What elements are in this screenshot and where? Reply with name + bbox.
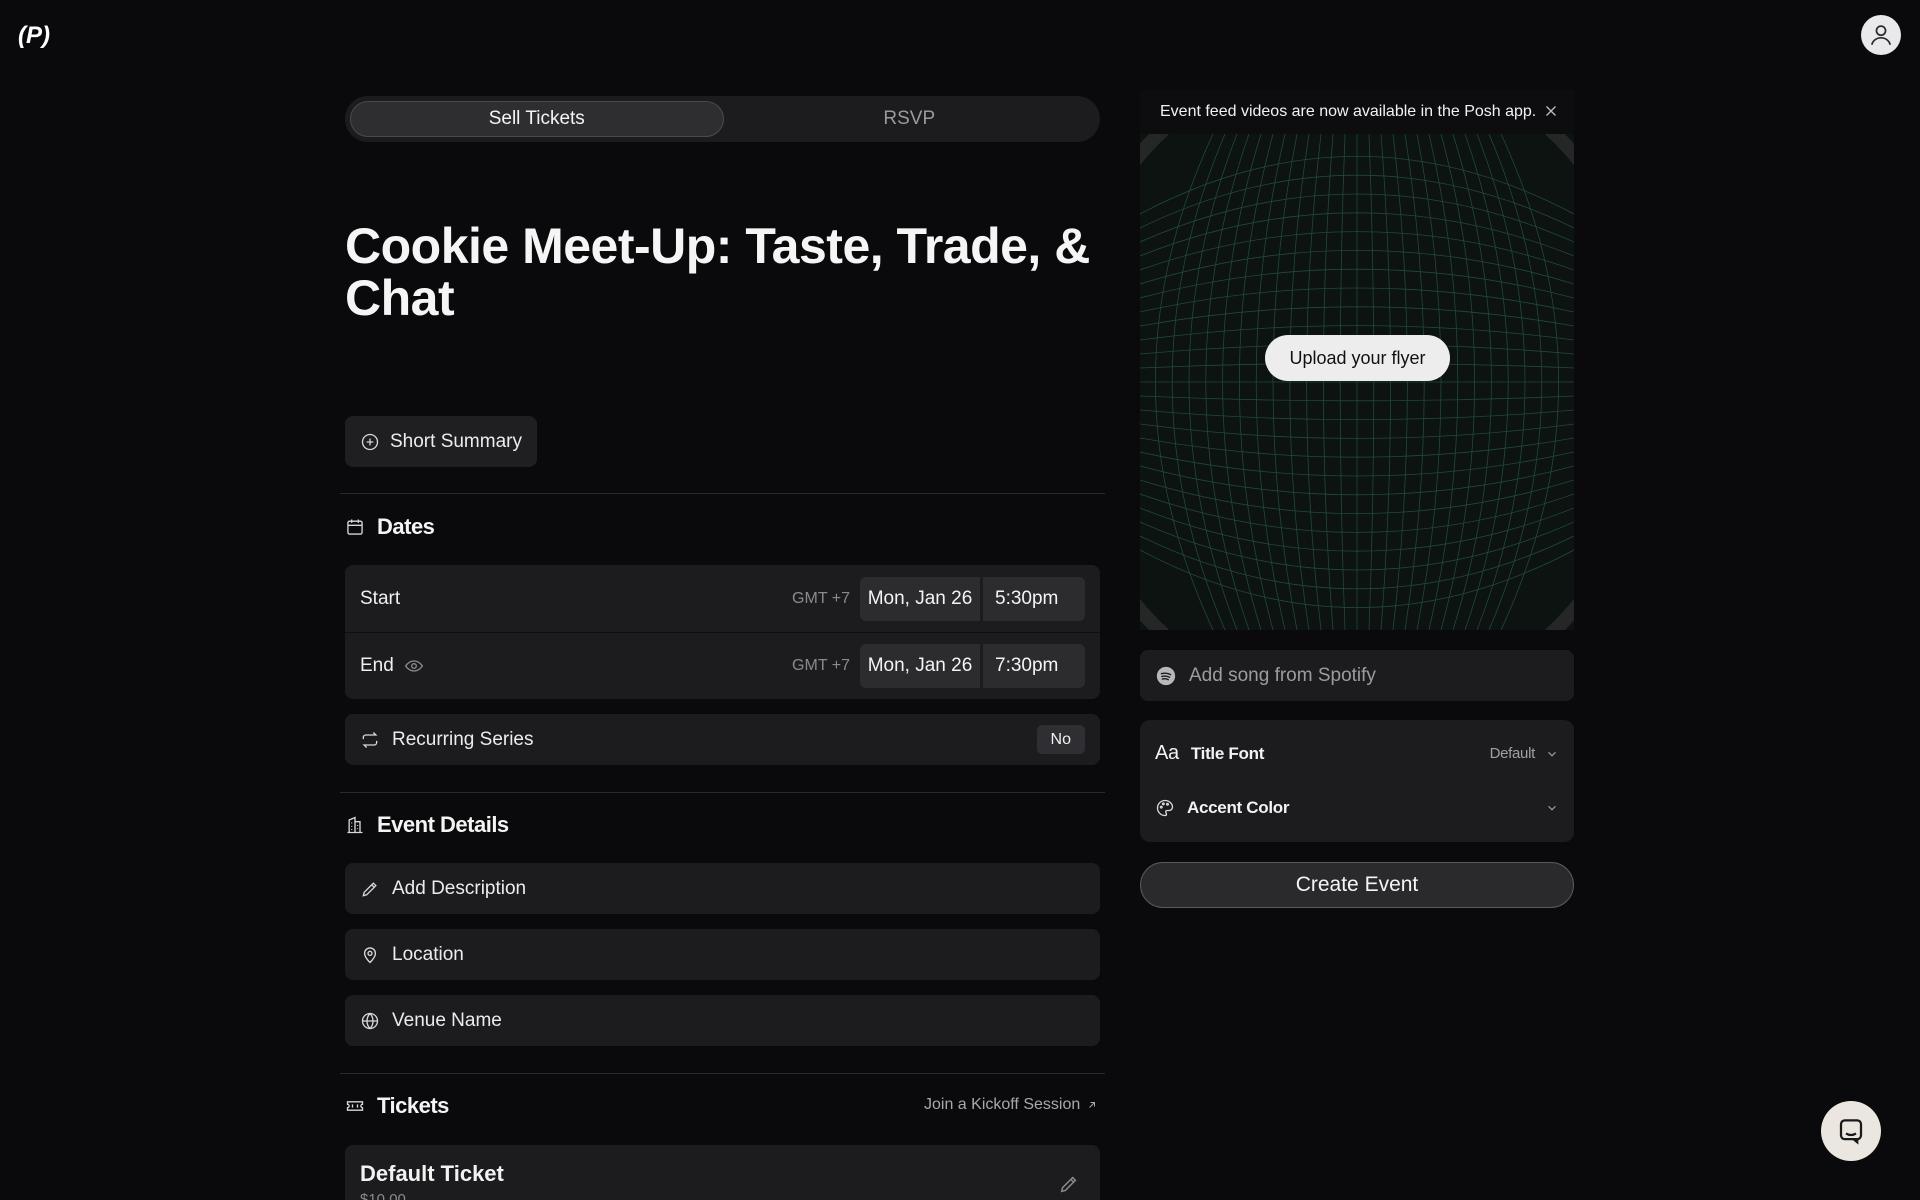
accent-color-select[interactable] [1545, 801, 1559, 815]
location-field[interactable]: Location [345, 929, 1100, 980]
tickets-heading: Tickets [345, 1093, 449, 1119]
chevron-down-icon [1548, 751, 1556, 757]
short-summary-button[interactable]: Short Summary [345, 416, 537, 467]
create-event-button[interactable]: Create Event [1140, 862, 1574, 908]
flyer-upload-area[interactable] [1140, 134, 1574, 630]
tickets-heading-label: Tickets [377, 1093, 449, 1118]
ticket-price: $10.00 [360, 1191, 406, 1200]
location-label: Location [392, 943, 464, 965]
kickoff-session-link[interactable]: Join a Kickoff Session [924, 1096, 1098, 1114]
title-font-select[interactable]: Default [1490, 745, 1559, 762]
eye-icon[interactable] [404, 656, 424, 676]
arrow-up-right-icon [1089, 1102, 1096, 1108]
dates-heading: Dates [345, 514, 435, 540]
recurring-series-label: Recurring Series [392, 728, 534, 750]
kickoff-session-label: Join a Kickoff Session [924, 1096, 1081, 1113]
venue-name-field[interactable]: Venue Name [345, 995, 1100, 1046]
event-details-heading-label: Event Details [377, 812, 509, 837]
support-chat-button[interactable] [1821, 1101, 1881, 1161]
end-date-field[interactable]: Mon, Jan 26 [860, 644, 980, 688]
accent-color-row[interactable]: Accent Color [1155, 798, 1559, 818]
mode-toggle: Sell Tickets RSVP [345, 96, 1100, 142]
globe-icon [361, 1012, 379, 1029]
tab-rsvp[interactable]: RSVP [724, 101, 1096, 137]
chat-icon [1839, 1119, 1863, 1145]
repeat-icon [362, 731, 378, 748]
add-description-button[interactable]: Add Description [345, 863, 1100, 914]
start-label: Start [360, 587, 401, 609]
spotify-label: Add song from Spotify [1189, 664, 1376, 686]
close-icon[interactable] [1542, 102, 1560, 120]
start-timezone[interactable]: GMT +7 [792, 590, 850, 608]
plus-circle-icon [361, 433, 379, 450]
ticket-icon [346, 1101, 364, 1111]
start-date-field[interactable]: Mon, Jan 26 [860, 576, 980, 621]
title-font-value: Default [1489, 745, 1536, 762]
avatar[interactable] [1861, 15, 1901, 55]
venue-name-label: Venue Name [392, 1009, 502, 1031]
end-label-group: End [360, 655, 424, 677]
calendar-icon [347, 519, 363, 535]
user-icon [1870, 25, 1892, 46]
posh-logo[interactable]: (P) [18, 22, 56, 50]
spotify-song-field[interactable]: Add song from Spotify [1140, 650, 1574, 701]
add-description-label: Add Description [392, 877, 527, 899]
palette-icon [1156, 799, 1174, 817]
tab-sell-tickets[interactable]: Sell Tickets [350, 101, 724, 137]
spotify-icon [1156, 666, 1176, 685]
recurring-series-row[interactable]: Recurring Series No [345, 714, 1100, 765]
title-font-label: Title Font [1190, 743, 1265, 763]
divider [340, 493, 1105, 494]
dates-card: Start GMT +7 Mon, Jan 26 5:30pm End GMT … [345, 565, 1100, 699]
edit-ticket-icon[interactable] [1058, 1173, 1080, 1195]
ticket-name: Default Ticket [360, 1161, 504, 1186]
end-timezone[interactable]: GMT +7 [792, 657, 850, 675]
start-time-field[interactable]: 5:30pm [983, 576, 1085, 621]
chevron-down-icon [1548, 805, 1556, 811]
dates-heading-label: Dates [377, 514, 435, 539]
recurring-series-toggle[interactable]: No [1036, 725, 1085, 754]
flyer-grid-background [1140, 134, 1574, 630]
pencil-icon [362, 881, 377, 897]
event-details-heading: Event Details [345, 812, 509, 838]
upload-flyer-button[interactable]: Upload your flyer [1265, 335, 1450, 381]
end-label: End [360, 655, 394, 676]
end-date-row: End GMT +7 Mon, Jan 26 7:30pm [345, 632, 1100, 699]
map-pin-icon [363, 946, 377, 963]
title-font-row[interactable]: Aa Title Font Default [1155, 742, 1559, 765]
start-date-row: Start GMT +7 Mon, Jan 26 5:30pm [345, 565, 1100, 632]
ticket-card[interactable]: Default Ticket $10.00 [345, 1145, 1100, 1200]
divider [340, 1073, 1105, 1074]
accent-color-label: Accent Color [1187, 798, 1290, 817]
building-icon [347, 816, 363, 834]
style-settings-card: Aa Title Font Default Accent Color [1140, 720, 1574, 842]
end-time-field[interactable]: 7:30pm [983, 644, 1085, 688]
short-summary-label: Short Summary [390, 430, 522, 452]
notice-text: Event feed videos are now available in t… [1160, 103, 1537, 120]
event-title[interactable]: Cookie Meet-Up: Taste, Trade, & Chat [345, 220, 1105, 324]
notice-banner: Event feed videos are now available in t… [1140, 90, 1574, 134]
font-icon: Aa [1155, 742, 1179, 764]
divider [340, 792, 1105, 793]
